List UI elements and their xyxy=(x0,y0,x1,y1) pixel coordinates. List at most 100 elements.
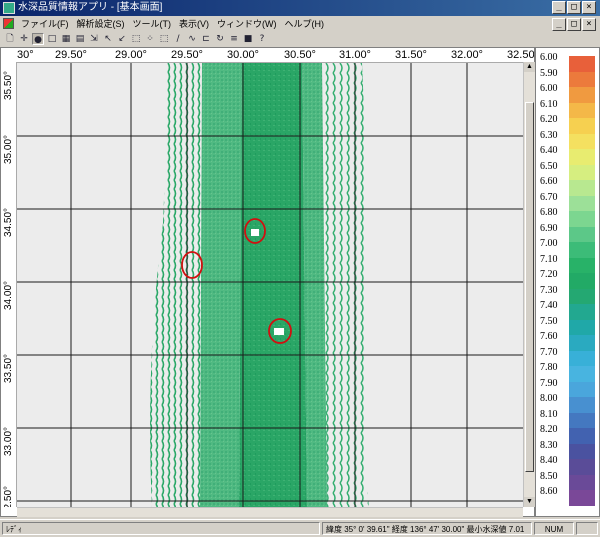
menu-view[interactable]: 表示(V) xyxy=(175,16,213,32)
legend-label: 8.40 xyxy=(540,455,558,467)
legend-label: 6.00 xyxy=(540,83,558,95)
menu-help[interactable]: ヘルプ(H) xyxy=(281,16,329,32)
depth-legend: 6.00 5.90 6.00 6.10 6.20 6.30 6.40 6.50 6.60 6.70… xyxy=(535,47,600,517)
bathymetry-map[interactable] xyxy=(17,63,523,508)
legend-swatch xyxy=(569,288,595,305)
open-icon[interactable]: 🗋 xyxy=(4,33,16,45)
longitude-axis: 30° 29.50° 29.00° 29.50° 30.00° 30.50° 31.00° 3… xyxy=(1,48,534,63)
select-icon[interactable]: ⬚ xyxy=(130,33,142,45)
legend-label: 6.30 xyxy=(540,129,558,141)
maximize-button[interactable]: □ xyxy=(567,1,581,14)
app-window: 水深品質情報アプリ - [基本画面] _ □ × ファイル(F) 解析設定(S)… xyxy=(0,0,600,537)
curve-icon[interactable]: ∿ xyxy=(186,33,198,45)
legend-swatch xyxy=(569,257,595,274)
vertical-scrollbar[interactable]: ▲ ▼ xyxy=(523,62,535,507)
menu-analysis-settings[interactable]: 解析設定(S) xyxy=(73,16,129,32)
split-icon[interactable]: ⇲ xyxy=(88,33,100,45)
legend-swatch xyxy=(569,87,595,104)
menu-file[interactable]: ファイル(F) xyxy=(17,16,73,32)
legend-label: 6.10 xyxy=(540,98,558,110)
app-icon xyxy=(3,2,15,14)
line-icon[interactable]: ∕ xyxy=(172,33,184,45)
legend-swatch xyxy=(569,459,595,476)
legend-swatch xyxy=(569,164,595,181)
bathymetry-plot[interactable] xyxy=(17,63,523,508)
x-tick-label: 29.50° xyxy=(171,49,203,61)
rotate-icon[interactable]: ↻ xyxy=(214,33,226,45)
legend-label: 6.50 xyxy=(540,160,558,172)
select2-icon[interactable]: ⬚ xyxy=(158,33,170,45)
legend-swatch xyxy=(569,335,595,352)
vertical-scroll-thumb[interactable] xyxy=(525,102,534,472)
legend-swatch xyxy=(569,133,595,150)
legend-label: 7.60 xyxy=(540,331,558,343)
legend-label: 5.90 xyxy=(540,67,558,79)
y-tick-label: 35.50° xyxy=(3,70,14,100)
legend-swatch xyxy=(569,490,595,507)
legend-swatch xyxy=(569,474,595,491)
document-icon[interactable] xyxy=(3,18,14,29)
points-icon[interactable]: ⁘ xyxy=(144,33,156,45)
legend-label: 8.10 xyxy=(540,408,558,420)
menu-tools[interactable]: ツール(T) xyxy=(129,16,176,32)
doc-maximize-button[interactable]: □ xyxy=(567,18,581,31)
x-tick-label: 32.50° xyxy=(507,49,534,61)
legend-label: 7.80 xyxy=(540,362,558,374)
help-icon[interactable]: ? xyxy=(256,33,268,45)
legend-label: 7.40 xyxy=(540,300,558,312)
minimize-button[interactable]: _ xyxy=(552,1,566,14)
y-tick-label: 33.50° xyxy=(3,353,14,383)
scroll-down-icon[interactable]: ▼ xyxy=(524,497,535,507)
map-view[interactable]: 30° 29.50° 29.00° 29.50° 30.00° 30.50° 31.00° 3… xyxy=(0,47,535,517)
menu-bar: ファイル(F) 解析設定(S) ツール(T) 表示(V) ウィンドウ(W) ヘル… xyxy=(0,16,600,32)
legend-swatch xyxy=(569,443,595,460)
y-tick-label: 34.50° xyxy=(3,207,14,237)
list2-icon[interactable]: ≡ xyxy=(228,33,240,45)
legend-swatch xyxy=(569,412,595,429)
x-tick-label: 29.00° xyxy=(115,49,147,61)
rect-icon[interactable]: □ xyxy=(46,33,58,45)
legend-label: 8.00 xyxy=(540,393,558,405)
status-position: 緯度 35° 0' 39.61" 経度 136° 47' 30.00" 最小水深… xyxy=(322,522,532,535)
legend-label: 6.70 xyxy=(540,191,558,203)
zoom-icon[interactable]: ● xyxy=(32,33,44,45)
y-tick-label: 33.00° xyxy=(3,426,14,456)
x-tick-label: 32.00° xyxy=(451,49,483,61)
scroll-up-icon[interactable]: ▲ xyxy=(524,62,535,72)
list-icon[interactable]: ▤ xyxy=(74,33,86,45)
legend-swatch xyxy=(569,149,595,166)
legend-label: 6.40 xyxy=(540,145,558,157)
move-icon[interactable]: ✛ xyxy=(18,33,30,45)
legend-swatch xyxy=(569,56,595,73)
legend-label: 7.00 xyxy=(540,238,558,250)
x-tick-label: 30.50° xyxy=(284,49,316,61)
legend-label: 6.90 xyxy=(540,222,558,234)
status-ready: ﾚﾃﾞｨ xyxy=(2,522,320,535)
horizontal-scrollbar[interactable] xyxy=(17,507,523,517)
doc-minimize-button[interactable]: _ xyxy=(552,18,566,31)
menu-window[interactable]: ウィンドウ(W) xyxy=(213,16,281,32)
grid-icon[interactable]: ▦ xyxy=(60,33,72,45)
legend-label: 7.30 xyxy=(540,284,558,296)
data-gap-spot xyxy=(274,328,284,335)
status-num: NUM xyxy=(534,522,574,535)
arrow-down-icon[interactable]: ↙ xyxy=(116,33,128,45)
doc-close-button[interactable]: × xyxy=(582,18,596,31)
x-tick-label: 30° xyxy=(17,49,34,61)
title-bar: 水深品質情報アプリ - [基本画面] _ □ × xyxy=(0,0,600,16)
window-title: 水深品質情報アプリ - [基本画面] xyxy=(18,2,163,13)
legend-label: 7.20 xyxy=(540,269,558,281)
legend-label: 6.60 xyxy=(540,176,558,188)
legend-label: 7.70 xyxy=(540,346,558,358)
bracket-icon[interactable]: ⊏ xyxy=(200,33,212,45)
data-gap-spot xyxy=(251,229,259,236)
legend-swatch xyxy=(569,273,595,290)
fill-icon[interactable]: ■ xyxy=(242,33,254,45)
close-button[interactable]: × xyxy=(582,1,596,14)
legend-label: 6.80 xyxy=(540,207,558,219)
legend-swatch xyxy=(569,428,595,445)
arrow-left-icon[interactable]: ↖ xyxy=(102,33,114,45)
status-empty xyxy=(576,522,598,535)
y-tick-label: 34.00° xyxy=(3,280,14,310)
legend-color-bar xyxy=(569,56,595,507)
